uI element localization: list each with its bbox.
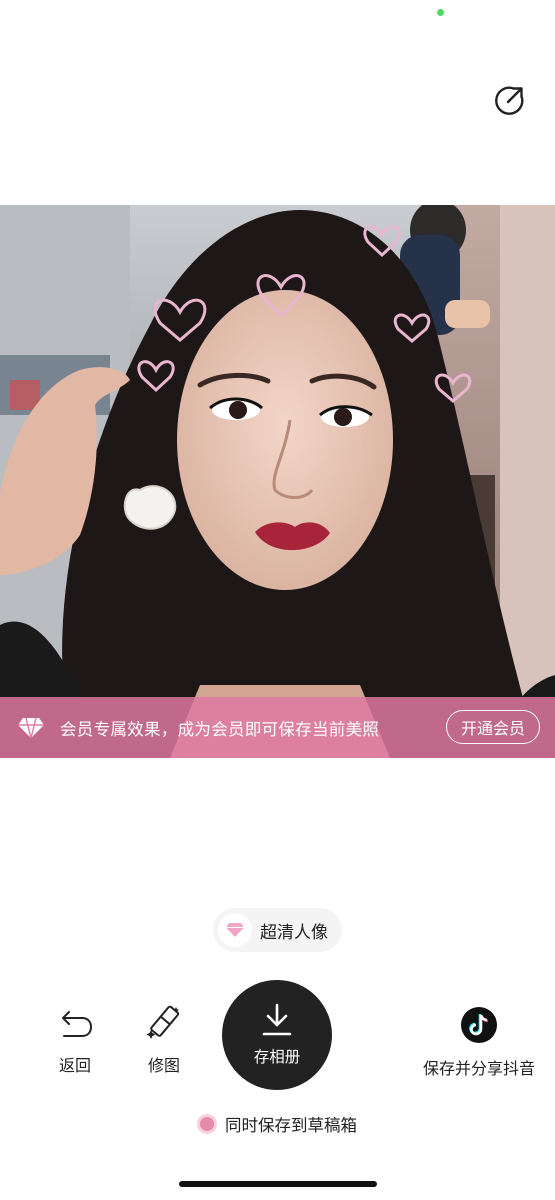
download-icon <box>262 1003 292 1036</box>
pink-gem-icon <box>226 923 244 937</box>
save-to-album-button[interactable]: 存相册 <box>222 980 332 1090</box>
vip-message: 会员专属效果，成为会员即可保存当前美照 <box>60 719 380 739</box>
magic-eraser-icon <box>146 1005 180 1039</box>
diamond-icon <box>18 717 44 738</box>
open-vip-button[interactable]: 开通会员 <box>446 710 540 744</box>
hd-chip-label: 超清人像 <box>260 922 328 943</box>
home-indicator[interactable] <box>179 1181 377 1187</box>
share-douyin-action[interactable]: 保存并分享抖音 <box>418 1007 540 1079</box>
share-icon[interactable] <box>494 84 526 116</box>
draft-radio[interactable] <box>197 1114 217 1134</box>
vip-banner: 会员专属效果，成为会员即可保存当前美照 开通会员 <box>0 697 555 758</box>
edit-label: 修图 <box>147 1056 180 1075</box>
selfie-photo <box>0 205 555 758</box>
edit-action[interactable]: 修图 <box>144 1004 184 1076</box>
hd-portrait-chip[interactable]: 超清人像 <box>213 908 342 952</box>
back-label: 返回 <box>58 1056 91 1075</box>
gem-badge <box>218 913 252 947</box>
tiktok-icon <box>461 1007 497 1043</box>
save-draft-option[interactable]: 同时保存到草稿箱 <box>197 1111 357 1137</box>
draft-label: 同时保存到草稿箱 <box>225 1116 357 1135</box>
douyin-label: 保存并分享抖音 <box>422 1059 535 1078</box>
back-action[interactable]: 返回 <box>55 1008 95 1076</box>
undo-arrow-icon <box>62 1011 92 1037</box>
save-label: 存相册 <box>253 1048 301 1066</box>
camera-indicator-dot <box>437 9 444 16</box>
